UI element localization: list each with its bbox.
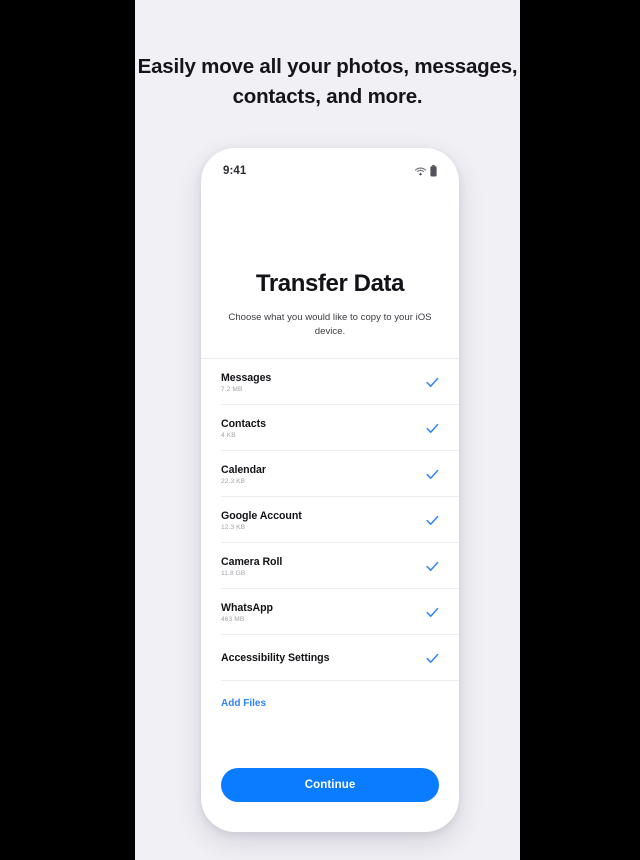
screenshot-canvas: Easily move all your photos, messages, c…	[0, 0, 640, 860]
transfer-item-label: Accessibility Settings	[221, 652, 330, 664]
phone-mockup: 9:41 Transfer Data Choose what you would…	[201, 148, 459, 832]
transfer-item-row[interactable]: WhatsApp 463 MB	[201, 589, 459, 635]
status-icon-group	[415, 165, 437, 177]
continue-button[interactable]: Continue	[221, 768, 439, 802]
checkmark-icon[interactable]	[426, 515, 439, 526]
page-subtitle: Choose what you would like to copy to yo…	[228, 312, 432, 337]
transfer-item-label: Contacts	[221, 417, 266, 430]
page-headline: Easily move all your photos, messages, c…	[137, 55, 518, 108]
transfer-item-row[interactable]: Camera Roll 11.8 GB	[201, 543, 459, 589]
transfer-item-texts: WhatsApp 463 MB	[221, 602, 273, 623]
transfer-item-row[interactable]: Calendar 22.3 KB	[201, 451, 459, 497]
wifi-icon	[415, 167, 426, 176]
checkmark-icon[interactable]	[426, 423, 439, 434]
transfer-item-label: Calendar	[221, 463, 266, 476]
transfer-item-size: 22.3 KB	[221, 477, 246, 485]
transfer-item-label: Google Account	[221, 509, 302, 522]
checkmark-icon[interactable]	[426, 377, 439, 388]
transfer-item-row[interactable]: Contacts 4 KB	[201, 405, 459, 451]
transfer-item-row[interactable]: Accessibility Settings	[201, 635, 459, 681]
transfer-item-texts: Calendar 22.3 KB	[221, 464, 266, 485]
battery-icon	[430, 165, 437, 177]
transfer-item-size: 4 KB	[221, 431, 236, 439]
page-title: Transfer Data	[255, 270, 405, 297]
phone-status-bar: 9:41	[201, 148, 459, 194]
transfer-item-label: WhatsApp	[221, 601, 273, 614]
transfer-item-size: 11.8 GB	[221, 569, 246, 577]
checkmark-icon[interactable]	[426, 469, 439, 480]
transfer-item-label: Messages	[221, 371, 272, 384]
transfer-item-texts: Accessibility Settings	[221, 652, 329, 664]
checkmark-icon[interactable]	[426, 653, 439, 664]
checkmark-icon[interactable]	[426, 607, 439, 618]
transfer-item-row[interactable]: Messages 7.2 MB	[201, 359, 459, 405]
transfer-item-texts: Google Account 12.3 KB	[221, 510, 302, 531]
transfer-item-row[interactable]: Google Account 12.3 KB	[201, 497, 459, 543]
status-time: 9:41	[223, 165, 247, 177]
transfer-items-list: Messages 7.2 MB Contacts 4 KB Calendar 22.3 K…	[201, 358, 459, 725]
transfer-item-texts: Camera Roll 11.8 GB	[221, 556, 282, 577]
checkmark-icon[interactable]	[426, 561, 439, 572]
transfer-item-texts: Contacts 4 KB	[221, 418, 266, 439]
add-files-link[interactable]: Add Files	[201, 681, 459, 725]
transfer-item-size: 463 MB	[221, 615, 245, 623]
transfer-item-size: 12.3 KB	[221, 523, 246, 531]
transfer-item-label: Camera Roll	[221, 555, 283, 568]
transfer-item-texts: Messages 7.2 MB	[221, 372, 271, 393]
continue-button-container: Continue	[201, 768, 459, 802]
transfer-item-size: 7.2 MB	[221, 385, 243, 393]
row-separator	[221, 680, 459, 681]
